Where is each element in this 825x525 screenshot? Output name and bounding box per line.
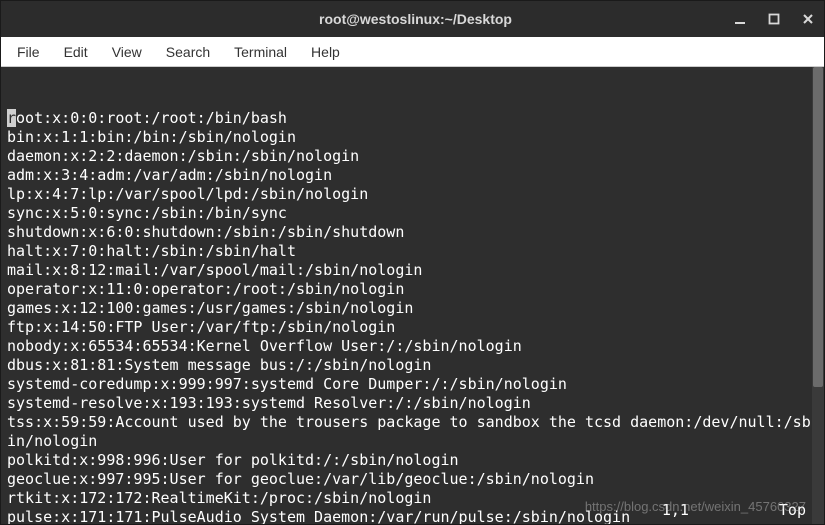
menu-search[interactable]: Search xyxy=(156,41,220,63)
terminal-line: games:x:12:100:games:/usr/games:/sbin/no… xyxy=(7,299,818,318)
terminal-line: systemd-resolve:x:193:193:systemd Resolv… xyxy=(7,394,818,413)
maximize-button[interactable] xyxy=(766,11,782,27)
terminal-line: shutdown:x:6:0:shutdown:/sbin:/sbin/shut… xyxy=(7,223,818,242)
close-button[interactable] xyxy=(800,11,816,27)
minimize-button[interactable] xyxy=(732,11,748,27)
terminal-window: root@westoslinux:~/Desktop File Edit Vie… xyxy=(0,0,825,525)
terminal-text: oot:x:0:0:root:/root:/bin/bash xyxy=(16,109,287,127)
close-icon xyxy=(802,13,814,25)
vim-status-line: 1,1 Top xyxy=(7,501,806,520)
terminal-line: root:x:0:0:root:/root:/bin/bash xyxy=(7,109,818,128)
terminal-line: ftp:x:14:50:FTP User:/var/ftp:/sbin/nolo… xyxy=(7,318,818,337)
menu-terminal[interactable]: Terminal xyxy=(224,41,297,63)
menu-file[interactable]: File xyxy=(7,41,50,63)
terminal-line: lp:x:4:7:lp:/var/spool/lpd:/sbin/nologin xyxy=(7,185,818,204)
terminal-line: tss:x:59:59:Account used by the trousers… xyxy=(7,413,818,451)
scroll-position: Top xyxy=(779,501,806,520)
window-controls xyxy=(732,11,816,27)
terminal-line: adm:x:3:4:adm:/var/adm:/sbin/nologin xyxy=(7,166,818,185)
scrollbar[interactable] xyxy=(812,67,824,524)
terminal-line: nobody:x:65534:65534:Kernel Overflow Use… xyxy=(7,337,818,356)
terminal-line: operator:x:11:0:operator:/root:/sbin/nol… xyxy=(7,280,818,299)
terminal-line: dbus:x:81:81:System message bus:/:/sbin/… xyxy=(7,356,818,375)
menubar: File Edit View Search Terminal Help xyxy=(1,37,824,67)
terminal-content[interactable]: root:x:0:0:root:/root:/bin/bashbin:x:1:1… xyxy=(1,67,824,524)
terminal-line: systemd-coredump:x:999:997:systemd Core … xyxy=(7,375,818,394)
scrollbar-thumb[interactable] xyxy=(813,67,823,387)
menu-edit[interactable]: Edit xyxy=(54,41,98,63)
menu-help[interactable]: Help xyxy=(301,41,350,63)
minimize-icon xyxy=(734,13,746,25)
cursor-position: 1,1 xyxy=(662,501,689,520)
terminal-line: sync:x:5:0:sync:/sbin:/bin/sync xyxy=(7,204,818,223)
terminal-line: polkitd:x:998:996:User for polkitd:/:/sb… xyxy=(7,451,818,470)
terminal-line: halt:x:7:0:halt:/sbin:/sbin/halt xyxy=(7,242,818,261)
terminal-line: geoclue:x:997:995:User for geoclue:/var/… xyxy=(7,470,818,489)
terminal-line: mail:x:8:12:mail:/var/spool/mail:/sbin/n… xyxy=(7,261,818,280)
titlebar[interactable]: root@westoslinux:~/Desktop xyxy=(1,1,824,37)
maximize-icon xyxy=(768,13,780,25)
cursor: r xyxy=(7,109,16,127)
terminal-line: bin:x:1:1:bin:/bin:/sbin/nologin xyxy=(7,128,818,147)
menu-view[interactable]: View xyxy=(102,41,152,63)
terminal-line: daemon:x:2:2:daemon:/sbin:/sbin/nologin xyxy=(7,147,818,166)
window-title: root@westoslinux:~/Desktop xyxy=(99,11,732,27)
